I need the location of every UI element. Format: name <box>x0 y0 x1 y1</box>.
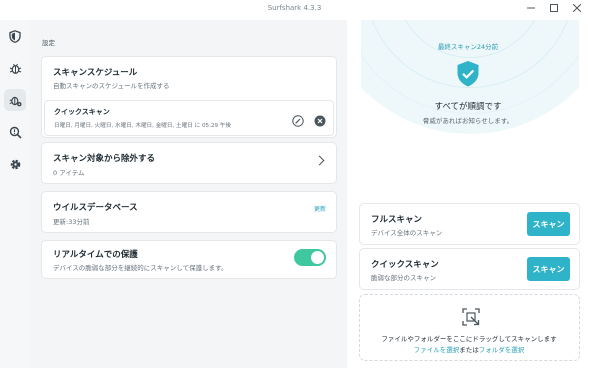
full-scan-title: フルスキャン <box>371 215 423 225</box>
bug-icon <box>9 63 21 74</box>
gear-icon <box>10 159 20 169</box>
exclusions-count: 0 アイテム <box>53 169 85 177</box>
drop-scan-icon <box>462 308 480 326</box>
antivirus-bug-gear-icon <box>9 96 21 106</box>
maximize-icon <box>550 4 558 12</box>
close-window-button[interactable] <box>568 2 586 18</box>
drop-zone-instruction: ファイルやフォルダーをここにドラッグしてスキャンします <box>381 335 557 343</box>
title-bar: Surfshark 4.3.3 <box>0 0 589 20</box>
full-scan-subtitle: デバイス全体のスキャン <box>371 229 443 237</box>
pencil-icon <box>292 115 304 127</box>
scheduled-scan-title: クイックスキャン <box>54 108 110 116</box>
close-circle-icon <box>314 115 326 127</box>
select-folder-link[interactable]: フォルダを選択 <box>479 346 525 354</box>
minimize-button[interactable] <box>522 2 540 18</box>
scheduled-quick-scan[interactable]: クイックスキャン 日曜日, 月曜日, 火曜日, 水曜日, 木曜日, 金曜日, 土… <box>44 100 334 136</box>
scan-schedule-card[interactable]: スキャンスケジュール 自動スキャンのスケジュールを作成する クイックスキャン 日… <box>41 56 337 138</box>
realtime-protection-subtitle: デバイスの脆弱な部分を継続的にスキャンして保護します。 <box>53 264 228 272</box>
protected-shield-icon <box>456 60 480 88</box>
maximize-button[interactable] <box>545 2 563 18</box>
full-scan-button[interactable]: スキャン <box>527 212 570 236</box>
quick-scan-subtitle: 脆弱な部分のスキャン <box>371 274 436 282</box>
virus-database-card: ウイルスデータベース 更新:33分前 更新 <box>41 191 337 233</box>
virus-database-updated: 更新:33分前 <box>53 218 90 226</box>
exclusions-title: スキャン対象から除外する <box>53 154 156 164</box>
settings-section-label: 設定 <box>42 39 55 47</box>
close-icon <box>572 3 582 13</box>
update-database-link[interactable]: 更新 <box>314 204 326 213</box>
status-message: 脅威があればお知らせします。 <box>422 117 514 125</box>
sidebar-item-antivirus[interactable] <box>4 89 26 111</box>
delete-schedule-button[interactable] <box>314 112 326 127</box>
scan-panel: 最終スキャン24分前 すべてが順調です 脅威があればお知らせします。 フルスキャ… <box>347 20 589 368</box>
toggle-knob <box>311 251 324 264</box>
sidebar-item-settings[interactable] <box>4 153 26 175</box>
settings-panel: 設定 スキャンスケジュール 自動スキャンのスケジュールを作成する クイックスキャ… <box>30 20 347 368</box>
quick-scan-title: クイックスキャン <box>371 260 439 270</box>
scan-schedule-title: スキャンスケジュール <box>53 68 138 78</box>
sidebar-item-search[interactable] <box>4 121 26 143</box>
drop-zone-or: または <box>459 346 479 354</box>
sidebar-item-vpn[interactable] <box>4 25 26 47</box>
realtime-protection-title: リアルタイムでの保護 <box>53 250 138 260</box>
file-drop-zone[interactable]: ファイルやフォルダーをここにドラッグしてスキャンします ファイルを選択またはフォ… <box>359 294 580 361</box>
minimize-icon <box>527 7 535 9</box>
virus-database-title: ウイルスデータベース <box>53 203 138 213</box>
search-alert-icon <box>9 126 22 139</box>
scan-schedule-subtitle: 自動スキャンのスケジュールを作成する <box>53 82 170 90</box>
status-headline: すべてが順調です <box>434 102 502 112</box>
full-scan-card: フルスキャン デバイス全体のスキャン スキャン <box>359 203 580 245</box>
sidebar-item-alert[interactable] <box>4 57 26 79</box>
realtime-protection-card: リアルタイムでの保護 デバイスの脆弱な部分を継続的にスキャンして保護します。 <box>41 240 337 279</box>
chevron-right-icon <box>314 155 325 166</box>
sidebar <box>0 20 30 368</box>
edit-schedule-button[interactable] <box>292 112 304 127</box>
realtime-protection-toggle[interactable] <box>294 249 326 266</box>
scheduled-scan-days: 日曜日, 月曜日, 火曜日, 水曜日, 木曜日, 金曜日, 土曜日 に 05:2… <box>54 123 232 129</box>
exclusions-card[interactable]: スキャン対象から除外する 0 アイテム <box>41 142 337 184</box>
drop-zone-links: ファイルを選択またはフォルダを選択 <box>360 344 578 354</box>
shield-icon <box>9 29 21 43</box>
quick-scan-card: クイックスキャン 脆弱な部分のスキャン スキャン <box>359 248 580 290</box>
select-file-link[interactable]: ファイルを選択 <box>414 346 460 354</box>
last-scan-time: 最終スキャン24分前 <box>437 43 499 51</box>
window-title: Surfshark 4.3.3 <box>267 4 322 12</box>
quick-scan-button[interactable]: スキャン <box>527 257 570 281</box>
